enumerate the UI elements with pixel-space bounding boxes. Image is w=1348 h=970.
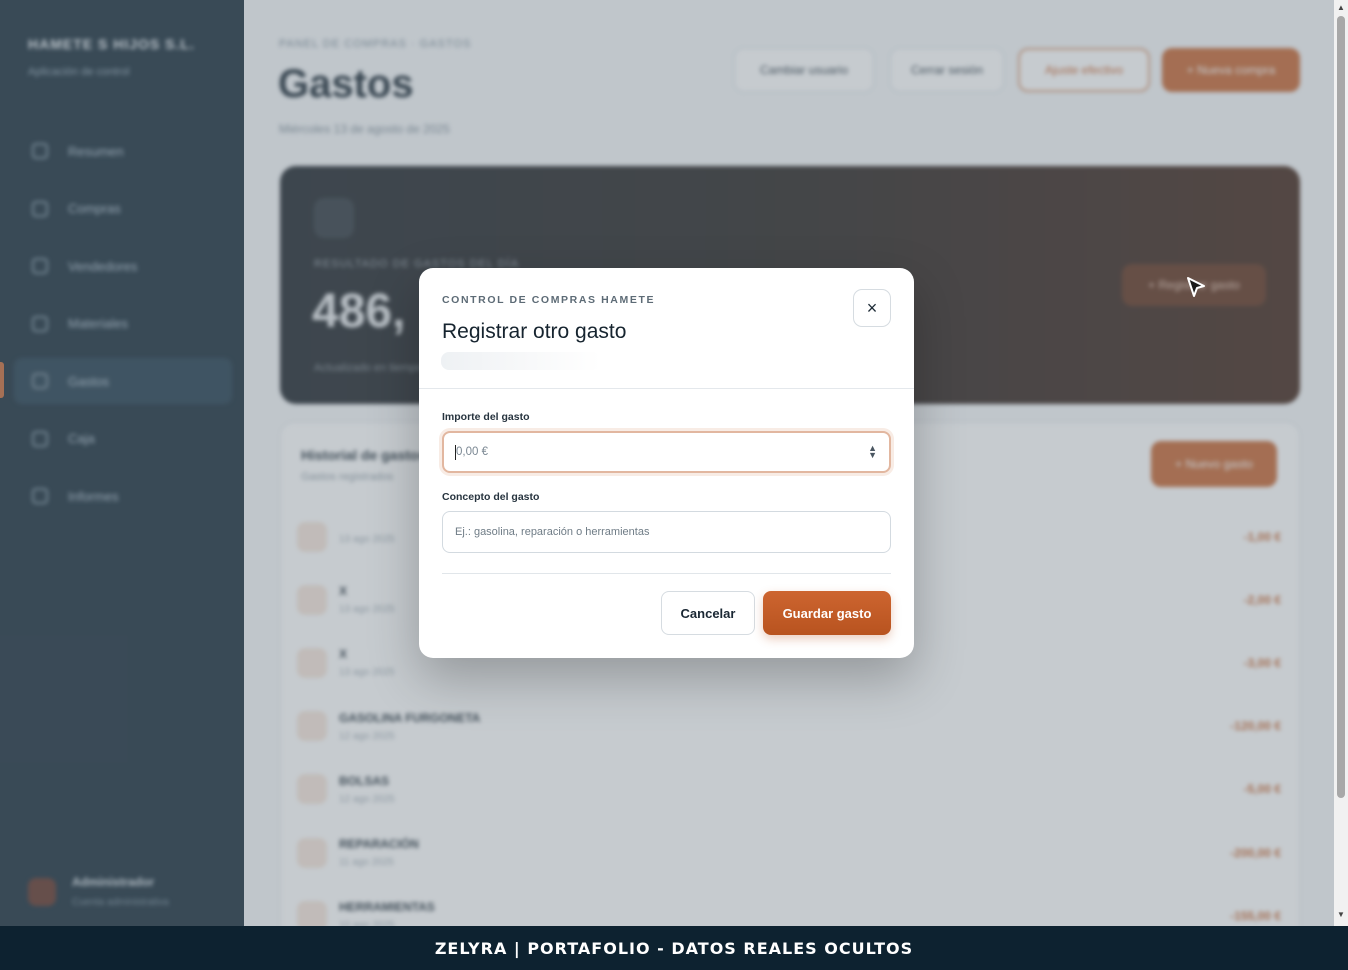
amount-placeholder: 0,00 €	[456, 446, 488, 458]
concept-input[interactable]: Ej.: gasolina, reparación o herramientas	[442, 511, 891, 553]
mouse-pointer-icon	[1187, 277, 1205, 297]
amount-label: Importe del gasto	[442, 411, 530, 423]
save-expense-button[interactable]: Guardar gasto	[763, 591, 891, 635]
amount-input[interactable]: 0,00 € ▲ ▼	[442, 431, 891, 473]
scroll-down-icon[interactable]: ▼	[1337, 910, 1345, 919]
modal-title: Registrar otro gasto	[442, 320, 627, 343]
cancel-button[interactable]: Cancelar	[661, 591, 755, 635]
close-button[interactable]: ×	[853, 289, 891, 327]
modal-subtitle-placeholder	[441, 352, 601, 370]
expense-modal: CONTROL DE COMPRAS HAMETE Registrar otro…	[419, 268, 914, 658]
concept-placeholder: Ej.: gasolina, reparación o herramientas	[455, 526, 650, 538]
scrollbar[interactable]: ▲ ▼	[1334, 0, 1348, 926]
scroll-up-icon[interactable]: ▲	[1337, 3, 1345, 12]
concept-label: Concepto del gasto	[442, 491, 540, 503]
scrollbar-thumb[interactable]	[1337, 16, 1345, 798]
modal-eyebrow: CONTROL DE COMPRAS HAMETE	[442, 294, 656, 306]
number-stepper-icon[interactable]: ▲ ▼	[868, 444, 877, 460]
modal-footer-divider	[442, 573, 891, 574]
close-icon: ×	[866, 297, 878, 318]
modal-divider	[419, 388, 914, 389]
footer-banner: ZELYRA | PORTAFOLIO - DATOS REALES OCULT…	[0, 926, 1348, 970]
